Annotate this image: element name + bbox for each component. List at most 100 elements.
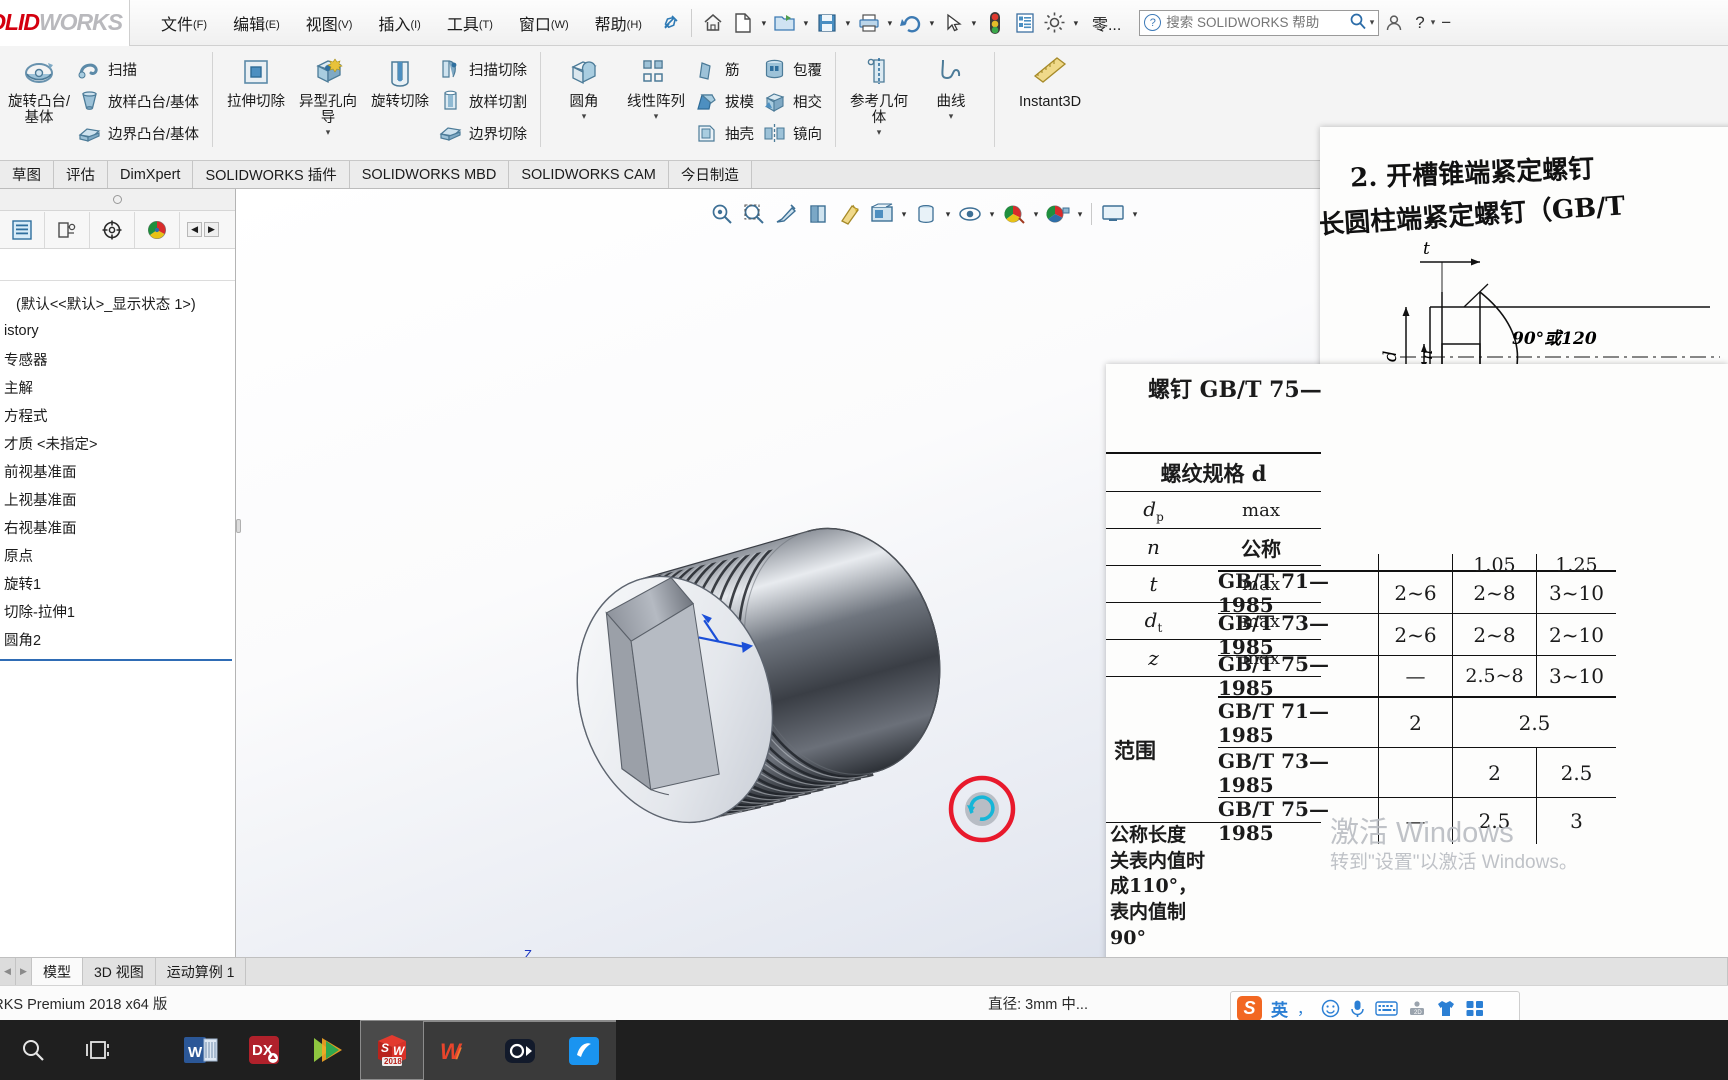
instant3d-button[interactable]: Instant3D <box>1002 50 1098 110</box>
tab-sketch[interactable]: 草图 <box>0 161 54 188</box>
fillet-dropdown-icon[interactable]: ▾ <box>548 111 620 121</box>
skin-icon[interactable] <box>1436 999 1456 1018</box>
menu-tools[interactable]: 工具 (T) <box>434 0 506 46</box>
tree-node-sensors[interactable]: 专感器 <box>0 345 235 373</box>
rib-button[interactable]: 筋 <box>692 53 760 85</box>
tree-node-history[interactable]: istory <box>0 317 235 345</box>
search-icon[interactable] <box>0 1020 66 1080</box>
sweep-button[interactable]: 扫描 <box>75 53 205 85</box>
revolved-cut-button[interactable]: 旋转切除 <box>364 50 436 110</box>
linear-pattern-button[interactable]: 线性阵列 ▾ <box>620 50 692 121</box>
property-manager-tab-icon[interactable] <box>45 211 90 248</box>
hole-wizard-button[interactable]: 异型孔向导 ▾ <box>292 50 364 138</box>
menu-help[interactable]: 帮助 (H) <box>582 0 655 46</box>
wrap-button[interactable]: 包覆 <box>760 53 828 85</box>
rollback-bar[interactable] <box>0 659 232 661</box>
tree-node-fillet2[interactable]: 圆角2 <box>0 625 235 653</box>
menu-file[interactable]: 文件 (F) <box>148 0 220 46</box>
search-icon[interactable] <box>1349 12 1367 33</box>
pushpin-icon[interactable] <box>655 5 685 41</box>
tree-node-equations[interactable]: 方程式 <box>0 401 235 429</box>
boundary-boss-button[interactable]: 边界凸台/基体 <box>75 117 205 149</box>
bluebird-icon[interactable] <box>552 1020 616 1080</box>
shell-button[interactable]: 抽壳 <box>692 117 760 149</box>
fillet-button[interactable]: 圆角 ▾ <box>548 50 620 121</box>
boundary-cut-button[interactable]: 边界切除 <box>436 117 533 149</box>
tab-scroll-right-icon[interactable]: ▶ <box>204 222 219 237</box>
open-folder-icon[interactable] <box>770 5 800 41</box>
tree-node-origin[interactable]: 原点 <box>0 541 235 569</box>
panel-pin-dot-icon[interactable] <box>113 195 122 204</box>
search-input[interactable] <box>1166 15 1349 30</box>
rebuild-traffic-icon[interactable] <box>980 5 1010 41</box>
task-view-icon[interactable] <box>66 1020 132 1080</box>
word-icon[interactable]: W <box>168 1020 232 1080</box>
tab-solidworks-addins[interactable]: SOLIDWORKS 插件 <box>193 161 350 188</box>
undo-caret-icon[interactable]: ▾ <box>926 5 938 41</box>
solidworks-icon[interactable]: S W 2018 <box>360 1020 424 1080</box>
swept-cut-button[interactable]: 扫描切除 <box>436 53 533 85</box>
tree-node-configuration[interactable]: (默认<<默认>_显示状态 1>) <box>0 289 235 317</box>
bottom-tab-3dviews[interactable]: 3D 视图 <box>83 958 156 985</box>
toolbox-icon[interactable] <box>1465 999 1485 1018</box>
keyboard-icon[interactable] <box>1375 1000 1398 1017</box>
media-player-icon[interactable] <box>296 1020 360 1080</box>
tab-scroll-left-icon[interactable]: ◀ <box>187 222 202 237</box>
tab-solidworks-mbd[interactable]: SOLIDWORKS MBD <box>349 161 510 188</box>
save-icon[interactable] <box>812 5 842 41</box>
intersect-button[interactable]: 相交 <box>760 85 828 117</box>
print-icon[interactable] <box>854 5 884 41</box>
tab-manufacturing-today[interactable]: 今日制造 <box>668 161 752 188</box>
reference-document-table[interactable]: 螺钉 GB/T 75— 螺纹规格 d dp max n 公称 t max dt … <box>1106 364 1728 1024</box>
configuration-manager-tab-icon[interactable] <box>90 211 135 248</box>
menu-insert[interactable]: 插入 (I) <box>365 0 433 46</box>
select-cursor-icon[interactable] <box>938 5 968 41</box>
hole-wizard-dropdown-icon[interactable]: ▾ <box>292 127 364 137</box>
print-caret-icon[interactable]: ▾ <box>884 5 896 41</box>
bottom-tab-next-icon[interactable]: ▶ <box>16 958 32 985</box>
tree-node-annotations[interactable]: 主解 <box>0 373 235 401</box>
search-caret-icon[interactable]: ▾ <box>1370 17 1375 28</box>
minimize-button[interactable]: − <box>1435 13 1457 33</box>
sogou-logo-icon[interactable]: S <box>1237 995 1262 1021</box>
loft-boss-button[interactable]: 放样凸台/基体 <box>75 85 205 117</box>
tab-solidworks-cam[interactable]: SOLIDWORKS CAM <box>509 161 669 188</box>
panel-collapse-strip[interactable] <box>0 189 235 211</box>
curves-dropdown-icon[interactable]: ▾ <box>915 111 987 121</box>
bottom-tab-model[interactable]: 模型 <box>32 958 83 985</box>
bottom-tab-prev-icon[interactable]: ◀ <box>0 958 16 985</box>
search-box[interactable]: ? ▾ <box>1139 9 1380 36</box>
linear-pattern-dropdown-icon[interactable]: ▾ <box>620 111 692 121</box>
menu-view[interactable]: 视图 (V) <box>293 0 366 46</box>
camtasia-icon[interactable] <box>488 1020 552 1080</box>
dx-icon[interactable]: DX <box>232 1020 296 1080</box>
new-document-icon[interactable] <box>728 5 758 41</box>
draft-button[interactable]: 拔模 <box>692 85 760 117</box>
select-cursor-caret-icon[interactable]: ▾ <box>968 5 980 41</box>
mirror-button[interactable]: 镜向 <box>760 117 828 149</box>
bottom-tab-motion-study[interactable]: 运动算例 1 <box>155 958 247 985</box>
save-caret-icon[interactable]: ▾ <box>842 5 854 41</box>
ime-mode-label[interactable]: 英 <box>1271 996 1288 1021</box>
help-question-button[interactable]: ? <box>1409 13 1430 33</box>
tab-evaluate[interactable]: 评估 <box>54 161 108 188</box>
tree-node-revolve1[interactable]: 旋转1 <box>0 569 235 597</box>
undo-icon[interactable] <box>896 5 926 41</box>
tree-node-right-plane[interactable]: 右视基准面 <box>0 513 235 541</box>
feature-tree-tab-icon[interactable] <box>0 211 45 248</box>
tree-node-front-plane[interactable]: 前视基准面 <box>0 457 235 485</box>
extruded-cut-button[interactable]: 拉伸切除 <box>220 50 292 110</box>
open-folder-caret-icon[interactable]: ▾ <box>800 5 812 41</box>
curves-button[interactable]: 曲线 ▾ <box>915 50 987 121</box>
tree-node-material[interactable]: 才质 <未指定> <box>0 429 235 457</box>
screenshot-icon[interactable]: 2D <box>1407 999 1427 1017</box>
tree-node-top-plane[interactable]: 上视基准面 <box>0 485 235 513</box>
reference-geometry-button[interactable]: 参考几何体 ▾ <box>843 50 915 138</box>
options-caret-icon[interactable]: ▾ <box>1070 5 1082 41</box>
menu-edit[interactable]: 编辑 (E) <box>220 0 293 46</box>
wps-icon[interactable]: W / <box>424 1020 488 1080</box>
revolve-boss-button[interactable]: 旋转凸台/基体 <box>3 50 75 126</box>
microphone-icon[interactable] <box>1349 999 1366 1018</box>
emoji-icon[interactable] <box>1321 999 1340 1018</box>
tree-node-cut-extrude1[interactable]: 切除-拉伸1 <box>0 597 235 625</box>
